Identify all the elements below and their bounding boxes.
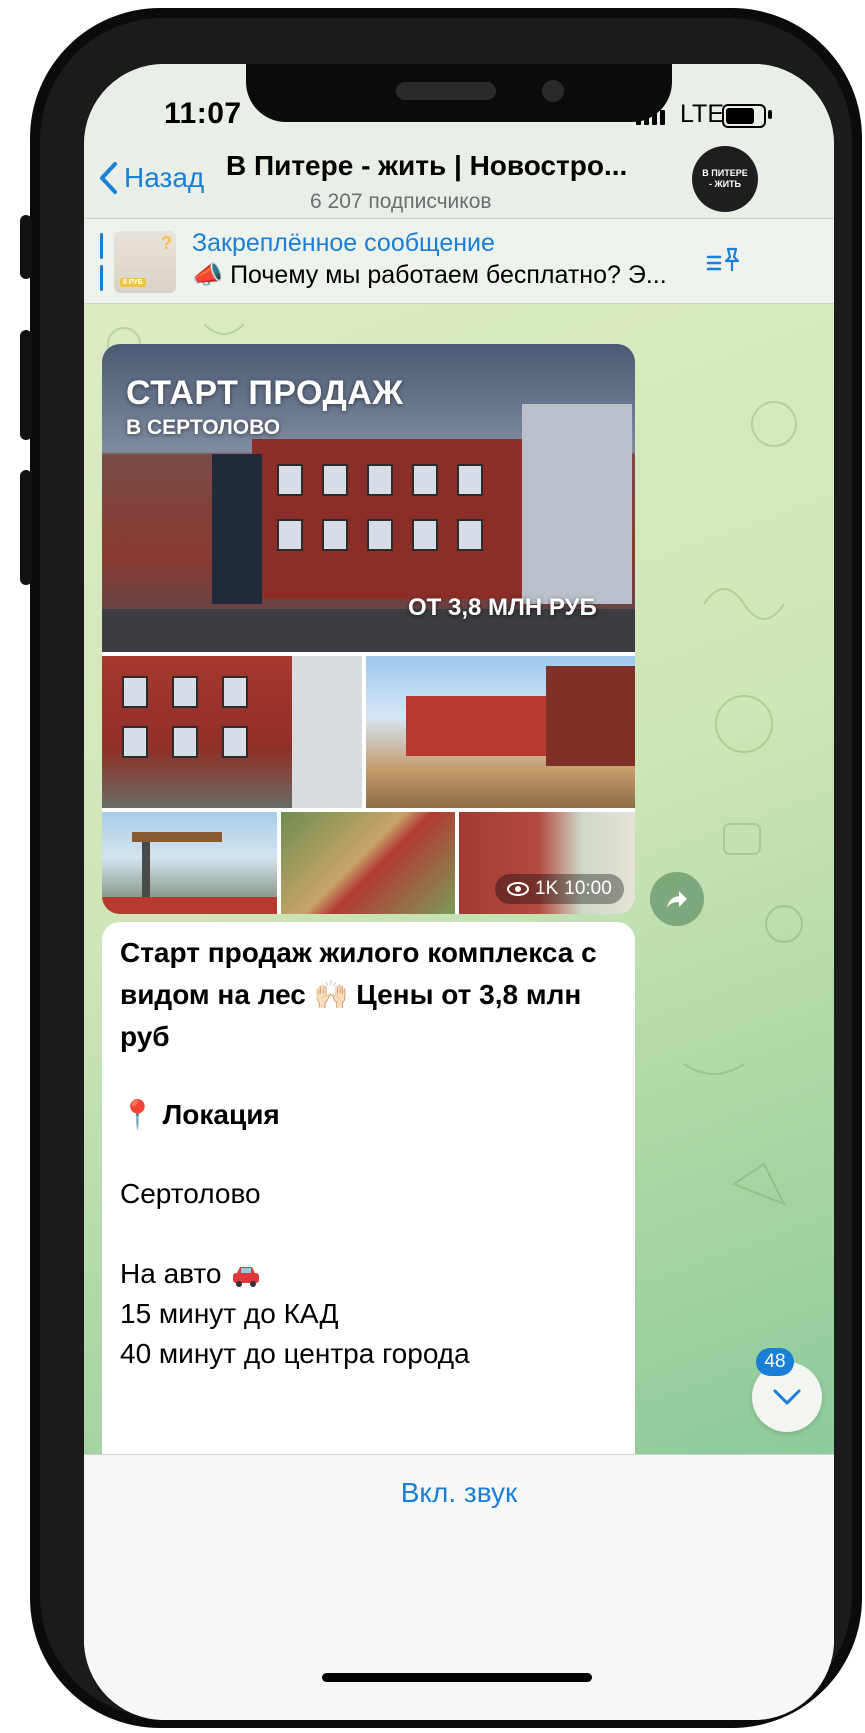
chat-area[interactable]: СТАРТ ПРОДАЖ В СЕРТОЛОВО ОТ 3,8 МЛН РУБ bbox=[84, 304, 834, 1454]
home-indicator[interactable] bbox=[322, 1673, 592, 1682]
mute-switch bbox=[20, 215, 32, 279]
volume-down-button bbox=[20, 470, 32, 585]
pinned-label: Закреплённое сообщение bbox=[192, 229, 495, 257]
message-bubble[interactable]: Старт продаж жилого комплекса с видом на… bbox=[102, 922, 635, 1454]
network-type: LTE bbox=[680, 100, 724, 128]
view-count: 1K bbox=[535, 878, 559, 899]
chat-header: Назад В Питере - жить | Новостро... 6 20… bbox=[84, 134, 834, 219]
channel-avatar[interactable]: В ПИТЕРЕ - ЖИТЬ bbox=[692, 146, 758, 212]
album-subtitle: В СЕРТОЛОВО bbox=[126, 416, 281, 439]
status-time: 11:07 bbox=[164, 97, 242, 130]
share-arrow-icon bbox=[667, 891, 687, 908]
pin-list-icon[interactable] bbox=[706, 247, 740, 282]
post-time: 10:00 bbox=[564, 878, 612, 899]
pinned-thumbnail: ? 0 РУБ bbox=[114, 231, 176, 293]
thumb-badge: 0 РУБ bbox=[120, 278, 146, 287]
unread-count-badge: 48 bbox=[756, 1348, 794, 1376]
media-album[interactable]: СТАРТ ПРОДАЖ В СЕРТОЛОВО ОТ 3,8 МЛН РУБ bbox=[102, 344, 635, 914]
phone-screen: 11:07 LTE Назад В Питере - жить | Новост… bbox=[84, 64, 834, 1720]
album-photo-4[interactable] bbox=[102, 812, 277, 914]
album-main-photo[interactable]: СТАРТ ПРОДАЖ В СЕРТОЛОВО ОТ 3,8 МЛН РУБ bbox=[102, 344, 635, 652]
album-photo-3[interactable] bbox=[366, 656, 635, 808]
eye-icon bbox=[507, 882, 529, 896]
car-icon bbox=[233, 1266, 260, 1287]
back-button[interactable]: Назад bbox=[98, 156, 204, 200]
subscriber-count: 6 207 подписчиков bbox=[310, 190, 492, 213]
pinned-text: 📣 Почему мы работаем бесплатно? Э... bbox=[192, 261, 667, 289]
speaker-grille bbox=[396, 82, 496, 100]
chevron-left-icon bbox=[100, 162, 117, 194]
front-camera bbox=[542, 80, 564, 102]
share-button[interactable] bbox=[650, 872, 704, 926]
avatar-text: В ПИТЕРЕ - ЖИТЬ bbox=[702, 168, 748, 189]
notch bbox=[246, 64, 672, 122]
back-label: Назад bbox=[124, 162, 205, 193]
pinned-message-bar[interactable]: ? 0 РУБ Закреплённое сообщение 📣 Почему … bbox=[84, 219, 834, 304]
distance-center: 40 минут до центра города bbox=[120, 1338, 470, 1369]
bottom-bar: Вкл. звук bbox=[84, 1454, 834, 1720]
album-photo-5[interactable] bbox=[281, 812, 455, 914]
location-heading: 📍 Локация bbox=[120, 1099, 280, 1130]
album-price: ОТ 3,8 МЛН РУБ bbox=[408, 594, 597, 621]
message-headline: Старт продаж жилого комплекса с видом на… bbox=[120, 937, 597, 1052]
by-car-line: На авто bbox=[120, 1258, 263, 1290]
volume-up-button bbox=[20, 330, 32, 440]
unmute-button[interactable]: Вкл. звук bbox=[84, 1477, 834, 1509]
album-photo-2[interactable] bbox=[102, 656, 362, 808]
question-mark-icon: ? bbox=[161, 233, 172, 253]
location-value: Сертолово bbox=[120, 1178, 261, 1209]
by-car-label: На авто bbox=[120, 1258, 222, 1289]
battery-icon bbox=[722, 104, 766, 128]
channel-title[interactable]: В Питере - жить | Новостро... bbox=[226, 150, 627, 182]
pinned-indicator bbox=[100, 233, 104, 291]
views-time-pill: 1K 10:00 bbox=[495, 874, 624, 904]
album-photo-6[interactable]: 1K 10:00 bbox=[459, 812, 635, 914]
battery-tip bbox=[768, 110, 772, 119]
album-title: СТАРТ ПРОДАЖ bbox=[126, 374, 404, 412]
chevron-down-icon bbox=[773, 1389, 801, 1405]
distance-kad: 15 минут до КАД bbox=[120, 1298, 339, 1329]
